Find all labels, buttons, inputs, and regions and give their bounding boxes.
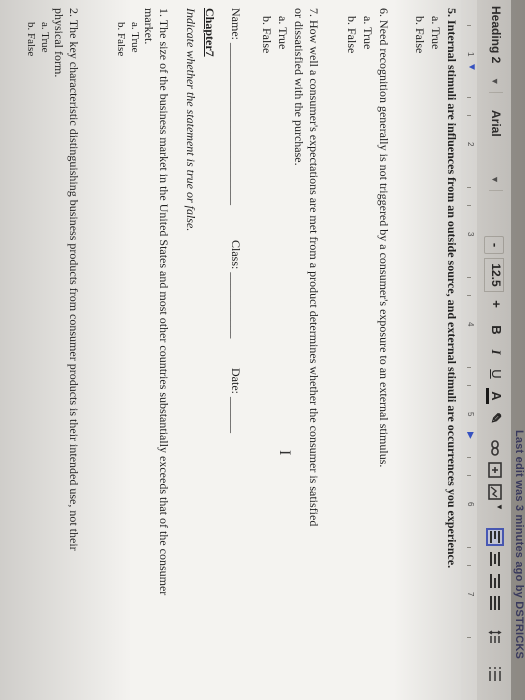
class-field: Class: ___________ bbox=[229, 240, 243, 339]
name-field: Name: ___________________________ bbox=[229, 8, 243, 205]
option-true: a. True bbox=[429, 16, 443, 50]
option-false: b. False bbox=[25, 22, 37, 57]
tab-stop-icon[interactable]: ▶ bbox=[465, 432, 476, 439]
style-select-value: Heading 2 bbox=[489, 6, 503, 64]
text-cursor-icon: I bbox=[276, 450, 293, 456]
underline-button[interactable]: U bbox=[486, 366, 504, 382]
chevron-down-icon: ▼ bbox=[490, 140, 500, 184]
chevron-down-icon: ▼ bbox=[490, 66, 500, 86]
option-false: b. False bbox=[413, 16, 427, 54]
insert-link-icon[interactable] bbox=[488, 440, 502, 456]
question-2: 2. The key characteristic distinguishing… bbox=[67, 8, 81, 551]
ruler[interactable]: 1 ▼ 2 3 4 5 ▶ 6 7 bbox=[460, 0, 477, 700]
line-spacing-icon[interactable] bbox=[488, 628, 502, 644]
ruler-mark: 2 bbox=[466, 142, 475, 147]
increase-font-size-button[interactable]: + bbox=[486, 296, 504, 312]
option-false: b. False bbox=[115, 22, 127, 57]
font-select-value: Arial bbox=[489, 110, 503, 137]
chapter-heading: Chapter7 bbox=[203, 8, 217, 57]
option-true: a. True bbox=[39, 22, 51, 53]
font-size-input[interactable]: 12.5 bbox=[484, 258, 504, 292]
option-true: a. True bbox=[129, 22, 141, 53]
document-page[interactable]: 5. Internal stimuli are influences from … bbox=[0, 0, 461, 700]
ruler-mark: 6 bbox=[466, 502, 475, 507]
formatting-toolbar: Heading 2 ▼ Arial ▼ - 12.5 + B I U A ✎ ▼ bbox=[476, 0, 511, 700]
photo-background: Last edit was 3 minutes ago by DSTRICKS … bbox=[0, 0, 525, 700]
decrease-font-size-button[interactable]: - bbox=[484, 236, 504, 254]
document-editor-window: Last edit was 3 minutes ago by DSTRICKS … bbox=[0, 0, 525, 700]
option-true: a. True bbox=[276, 16, 290, 50]
italic-button[interactable]: I bbox=[486, 344, 504, 360]
question-1-continued: market. bbox=[142, 8, 156, 45]
date-field: Date: ______ bbox=[229, 368, 243, 433]
option-true: a. True bbox=[361, 16, 375, 50]
insert-comment-icon[interactable] bbox=[488, 462, 502, 478]
question-1: 1. The size of the business market in th… bbox=[157, 8, 171, 596]
question-7: 7. How well a consumer's expectations ar… bbox=[307, 8, 321, 527]
style-select[interactable]: Heading 2 ▼ bbox=[489, 6, 503, 93]
option-false: b. False bbox=[260, 16, 274, 54]
question-6: 6. Need recognition generally is not tri… bbox=[377, 8, 391, 468]
bold-button[interactable]: B bbox=[486, 322, 504, 338]
align-left-button[interactable] bbox=[486, 528, 504, 546]
align-center-button[interactable] bbox=[488, 552, 502, 568]
ruler-mark: 3 bbox=[466, 232, 475, 237]
ruler-mark: 4 bbox=[466, 322, 475, 327]
chevron-down-icon[interactable]: ▼ bbox=[486, 502, 504, 512]
font-select[interactable]: Arial ▼ bbox=[489, 110, 503, 191]
align-justify-button[interactable] bbox=[488, 596, 502, 612]
option-false: b. False bbox=[345, 16, 359, 54]
indent-marker-icon[interactable]: ▼ bbox=[466, 62, 477, 72]
ruler-mark: 7 bbox=[466, 592, 475, 597]
ruler-mark: 5 bbox=[466, 412, 475, 417]
ruler-mark: 1 bbox=[466, 52, 475, 57]
align-right-button[interactable] bbox=[488, 574, 502, 590]
text-color-button[interactable]: A bbox=[486, 388, 504, 404]
insert-image-icon[interactable] bbox=[488, 484, 502, 500]
highlight-pen-icon[interactable]: ✎ bbox=[486, 410, 504, 426]
status-strip: Last edit was 3 minutes ago by DSTRICKS bbox=[511, 0, 525, 700]
question-7-continued: or dissatisfied with the purchase. bbox=[292, 8, 306, 166]
last-edit-status[interactable]: Last edit was 3 minutes ago by DSTRICKS bbox=[513, 430, 525, 659]
instructions: Indicate whether the statement is true o… bbox=[184, 8, 198, 232]
question-2-continued: physical form. bbox=[52, 8, 66, 78]
question-5: 5. Internal stimuli are influences from … bbox=[445, 8, 459, 569]
numbered-list-icon[interactable] bbox=[488, 666, 502, 682]
